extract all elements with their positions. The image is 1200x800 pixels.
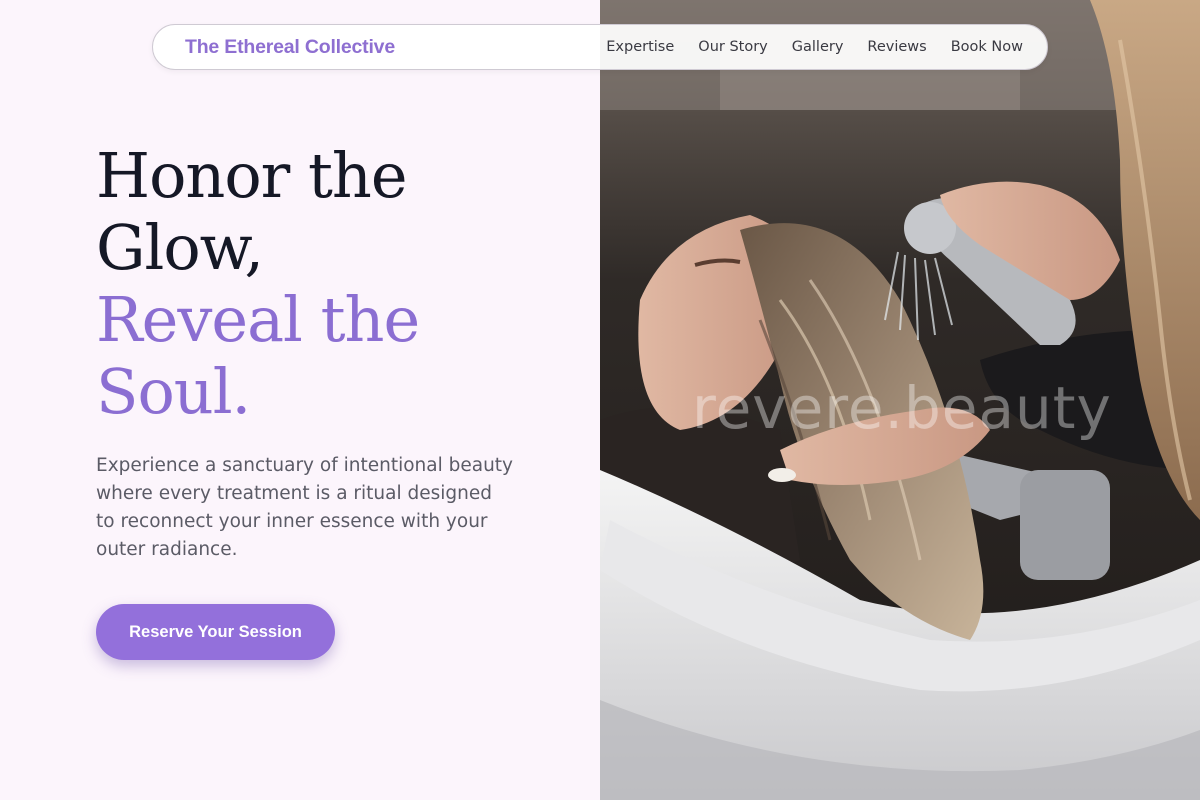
reserve-session-button[interactable]: Reserve Your Session [96,604,335,660]
nav-link-our-story[interactable]: Our Story [698,39,767,55]
image-watermark: revere.beauty [692,374,1112,442]
headline-line-1: Honor the [96,139,408,212]
nav-link-reviews[interactable]: Reviews [867,39,926,55]
brand-logo-text[interactable]: The Ethereal Collective [185,36,395,59]
nav-link-gallery[interactable]: Gallery [792,39,844,55]
nav-link-expertise[interactable]: Expertise [606,39,674,55]
headline-line-3: Reveal the [96,283,420,356]
top-navigation-bar: The Ethereal Collective Expertise Our St… [152,24,1048,70]
hero-description: Experience a sanctuary of intentional be… [96,455,514,560]
hero-image: revere.beauty [600,0,1200,800]
nav-links: Expertise Our Story Gallery Reviews Book… [606,39,1023,55]
nav-link-book-now[interactable]: Book Now [951,39,1023,55]
hero-headline: Honor the Glow, Reveal the Soul. [96,140,576,428]
headline-line-2: Glow, [96,211,264,284]
headline-line-4: Soul. [96,355,251,428]
